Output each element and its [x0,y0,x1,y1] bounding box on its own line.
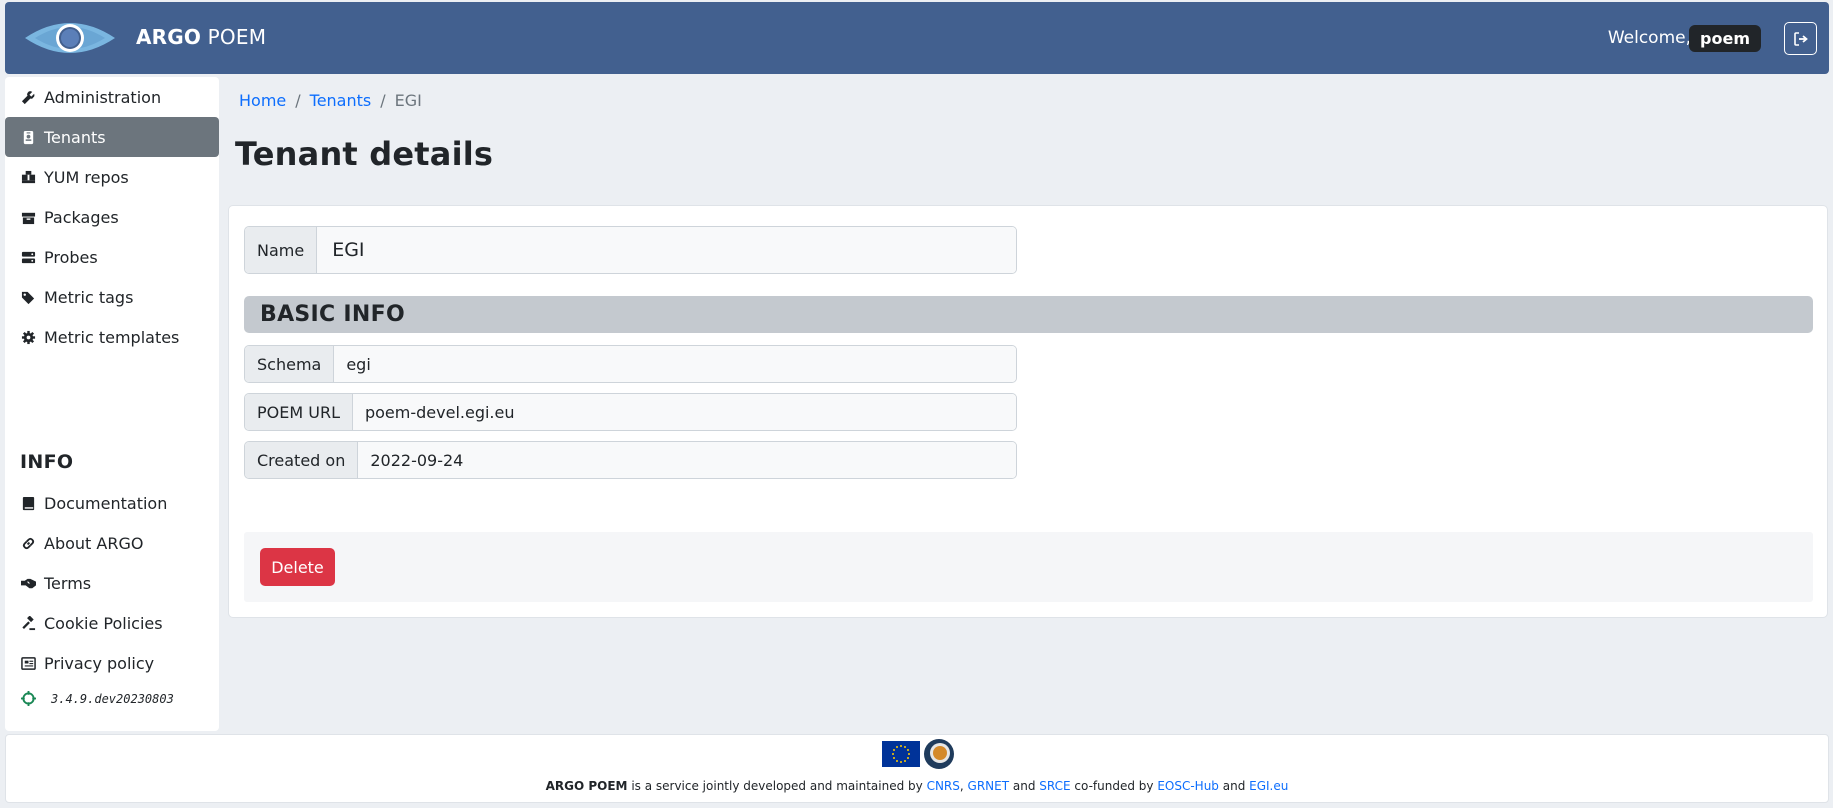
argo-eye-logo-icon[interactable] [23,14,117,62]
footer-text: ARGO POEM is a service jointly developed… [545,779,1289,793]
wrench-icon [21,89,41,105]
breadcrumb-separator: / [380,91,386,110]
username-badge: poem [1689,25,1761,52]
poem-url-field: POEM URL poem-devel.egi.eu [244,393,1017,431]
sidebar-item-administration[interactable]: Administration [5,77,219,117]
poem-url-value: poem-devel.egi.eu [352,394,1016,430]
server-icon [21,249,41,265]
link-icon [21,535,41,551]
tenant-details-card: Name EGI BASIC INFO Schema egi POEM URL … [228,205,1828,618]
form-actions: Delete [244,532,1813,602]
footer-link-egi[interactable]: EGI.eu [1249,779,1288,793]
cog-icon [21,329,41,345]
breadcrumb-current: EGI [394,91,422,110]
handshake-icon [21,575,41,591]
boxes-icon [21,169,41,185]
crosshairs-icon [21,691,41,706]
breadcrumb: Home / Tenants / EGI [239,91,422,110]
sidebar-item-packages[interactable]: Packages [5,197,219,237]
sidebar-item-tenants[interactable]: Tenants [5,117,219,157]
sidebar-item-yum-repos[interactable]: YUM repos [5,157,219,197]
breadcrumb-home[interactable]: Home [239,91,286,110]
sign-out-icon [1793,31,1808,46]
name-label: Name [245,227,318,273]
sidebar-item-documentation[interactable]: Documentation [5,483,219,523]
delete-button[interactable]: Delete [260,548,335,586]
info-heading: INFO [20,451,74,473]
newspaper-icon [21,655,41,671]
created-on-value: 2022-09-24 [358,442,1016,478]
footer-link-eosc-hub[interactable]: EOSC-Hub [1157,779,1219,793]
schema-label: Schema [245,346,335,382]
top-navbar: ARGO POEM Welcome, poem [5,2,1829,74]
created-on-field: Created on 2022-09-24 [244,441,1017,479]
sidebar-item-cookie-policies[interactable]: Cookie Policies [5,603,219,643]
section-basic-info: BASIC INFO [244,296,1813,333]
logout-button[interactable] [1784,22,1817,55]
schema-value: egi [334,346,1016,382]
sidebar-item-terms[interactable]: Terms [5,563,219,603]
welcome-text: Welcome, [1607,28,1691,48]
version-info: 3.4.9.dev20230803 [21,691,174,706]
version-text: 3.4.9.dev20230803 [51,691,174,706]
breadcrumb-separator: / [295,91,301,110]
box-icon [21,209,41,225]
egi-logo-icon [924,739,954,769]
name-value: EGI [317,227,1016,273]
footer-link-cnrs[interactable]: CNRS [927,779,960,793]
sidebar-item-metric-templates[interactable]: Metric templates [5,317,219,357]
sidebar-item-metric-tags[interactable]: Metric tags [5,277,219,317]
book-icon [21,495,41,511]
tags-icon [21,289,41,305]
name-field: Name EGI [244,226,1017,274]
sidebar-item-privacy-policy[interactable]: Privacy policy [5,643,219,683]
schema-field: Schema egi [244,345,1017,383]
poem-url-label: POEM URL [245,394,353,430]
page-title: Tenant details [235,135,494,173]
eu-flag-icon [882,741,920,767]
footer-link-grnet[interactable]: GRNET [968,779,1010,793]
id-badge-icon [21,129,41,145]
gavel-icon [21,615,41,631]
created-on-label: Created on [245,442,359,478]
footer: ARGO POEM is a service jointly developed… [5,734,1829,803]
sidebar: Administration Tenants YUM repos Package… [5,77,219,731]
footer-link-srce[interactable]: SRCE [1039,779,1070,793]
brand-title[interactable]: ARGO POEM [136,23,266,51]
sidebar-item-about-argo[interactable]: About ARGO [5,523,219,563]
breadcrumb-tenants[interactable]: Tenants [310,91,372,110]
sidebar-item-probes[interactable]: Probes [5,237,219,277]
